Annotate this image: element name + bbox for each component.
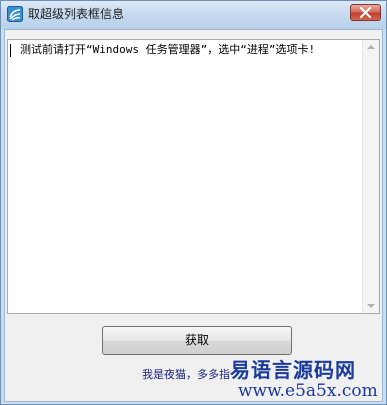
text-caret xyxy=(10,44,11,57)
get-button[interactable]: 获取 xyxy=(102,326,292,355)
vertical-scrollbar[interactable] xyxy=(362,40,379,313)
title-bar[interactable]: 取超级列表框信息 xyxy=(1,1,386,29)
arrow-up-icon[interactable] xyxy=(367,45,375,49)
arrow-down-icon[interactable] xyxy=(367,304,375,308)
info-text: 测试前请打开“Windows 任务管理器”，选中“进程”选项卡! xyxy=(20,43,316,56)
watermark-url: www.e5a5x.com xyxy=(238,381,378,401)
window-title: 取超级列表框信息 xyxy=(28,7,125,21)
client-area: 测试前请打开“Windows 任务管理器”，选中“进程”选项卡! 获取 我是夜猫… xyxy=(4,29,383,402)
close-icon xyxy=(359,7,372,18)
app-window: 取超级列表框信息 测试前请打开“Windows 任务管理器”，选中“进程”选项卡… xyxy=(0,0,387,405)
author-text: 我是夜猫，多多指 xyxy=(142,368,230,381)
watermark-title: 易语言源码网 xyxy=(230,358,356,382)
watermark: 易语言源码网 www.e5a5x.com xyxy=(230,358,380,404)
close-button[interactable] xyxy=(350,4,381,21)
app-icon xyxy=(7,6,23,22)
info-textbox[interactable]: 测试前请打开“Windows 任务管理器”，选中“进程”选项卡! xyxy=(7,39,380,314)
